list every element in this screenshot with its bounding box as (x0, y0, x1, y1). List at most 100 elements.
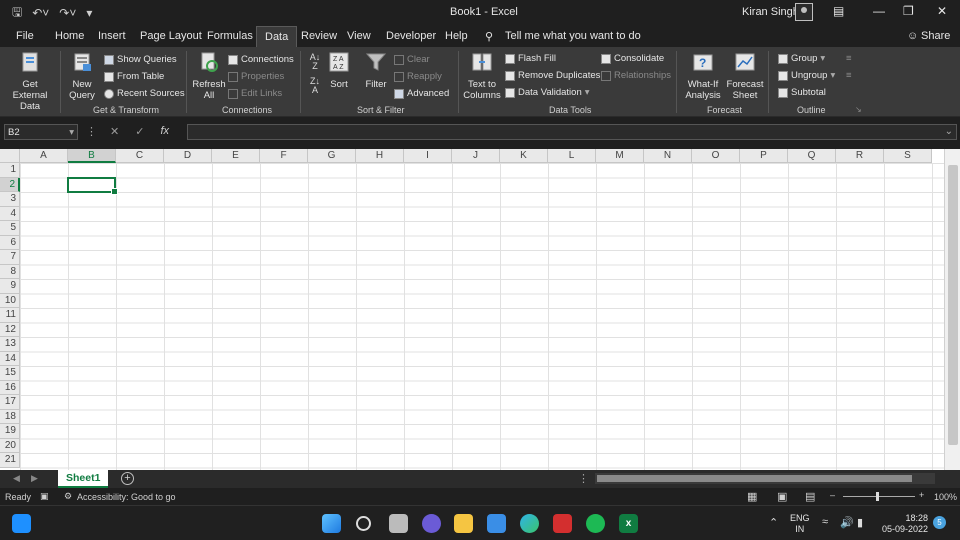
row-header[interactable]: 2 (0, 177, 20, 192)
teams-chat-icon[interactable] (422, 514, 441, 533)
next-sheet-icon[interactable]: ▶ (31, 473, 38, 484)
column-header[interactable]: P (740, 149, 788, 163)
row-header[interactable]: 21 (0, 453, 20, 468)
share-button[interactable]: Share (921, 30, 950, 42)
vertical-scrollbar[interactable] (944, 149, 960, 470)
clear-button[interactable]: Clear (394, 54, 430, 65)
cell-area[interactable] (20, 163, 944, 470)
filter-button[interactable]: Filter (362, 51, 390, 90)
row-header[interactable]: 14 (0, 351, 20, 366)
row-header[interactable]: 1 (0, 163, 20, 178)
what-if-analysis-button[interactable]: ? What-If Analysis (681, 51, 725, 101)
relationships-button[interactable]: Relationships (601, 70, 671, 81)
undo-icon[interactable]: ↶˅ (32, 6, 49, 20)
volume-icon[interactable]: 🔊 (840, 516, 854, 529)
text-to-columns-button[interactable]: Text to Columns (462, 51, 502, 101)
row-header[interactable]: 8 (0, 264, 20, 279)
insert-function-icon[interactable]: fx (160, 125, 169, 138)
column-header[interactable]: L (548, 149, 596, 163)
horizontal-scroll-thumb[interactable] (597, 475, 912, 482)
ribbon-display-icon[interactable]: ▤ (833, 4, 844, 18)
edit-links-button[interactable]: Edit Links (228, 88, 282, 99)
customize-qat-icon[interactable]: ▾ (86, 6, 92, 20)
sort-button[interactable]: Z AA Z Sort (326, 51, 352, 90)
tab-formulas[interactable]: Formulas (207, 30, 253, 42)
expand-formula-icon[interactable]: ⌄ (945, 126, 953, 137)
show-queries-button[interactable]: Show Queries (104, 54, 177, 65)
row-header[interactable]: 11 (0, 308, 20, 323)
row-header[interactable]: 17 (0, 395, 20, 410)
chevron-down-icon[interactable]: ▾ (69, 127, 74, 138)
row-header[interactable]: 5 (0, 221, 20, 236)
group-button[interactable]: Group ▾ (778, 53, 825, 64)
spreadsheet-grid[interactable]: A B C D E F G H I J K L M N O P Q R S 1 2 3 4 5 6 7 8 9 10 11 12 13 14 15… (0, 149, 960, 470)
zoom-in-icon[interactable]: + (919, 490, 924, 500)
avatar[interactable] (795, 3, 813, 21)
spotify-icon[interactable] (586, 514, 605, 533)
search-icon[interactable] (356, 516, 371, 531)
hide-detail-icon[interactable]: ≡ (846, 70, 852, 81)
start-icon[interactable] (322, 514, 341, 533)
from-table-button[interactable]: From Table (104, 71, 164, 82)
prev-sheet-icon[interactable]: ◀ (13, 473, 20, 484)
row-header[interactable]: 13 (0, 337, 20, 352)
clock[interactable]: 18:28 05-09-2022 (880, 513, 928, 535)
tab-file[interactable]: File (16, 30, 34, 42)
enter-icon[interactable]: ✓ (135, 125, 144, 138)
row-header[interactable]: 6 (0, 235, 20, 250)
zoom-slider-knob[interactable] (876, 492, 879, 501)
tab-review[interactable]: Review (301, 30, 337, 42)
tab-page-layout[interactable]: Page Layout (140, 30, 202, 42)
macro-record-icon[interactable]: ▣ (40, 491, 49, 502)
tab-help[interactable]: Help (445, 30, 468, 42)
dialog-launcher-icon[interactable]: ↘ (855, 105, 862, 114)
file-explorer-icon[interactable] (454, 514, 473, 533)
redo-icon[interactable]: ↷˅ (59, 6, 76, 20)
wifi-icon[interactable]: ≈ (822, 516, 828, 528)
data-validation-button[interactable]: Data Validation ▾ (505, 87, 590, 98)
zoom-level[interactable]: 100% (934, 492, 957, 502)
column-header[interactable]: Q (788, 149, 836, 163)
normal-view-icon[interactable]: ▦ (747, 490, 757, 503)
accessibility-status[interactable]: Accessibility: Good to go (77, 492, 176, 502)
row-header[interactable]: 9 (0, 279, 20, 294)
excel-app-icon[interactable]: x (619, 514, 638, 533)
show-detail-icon[interactable]: ≡ (846, 53, 852, 64)
column-header[interactable]: G (308, 149, 356, 163)
column-header[interactable]: B (68, 149, 116, 163)
language-indicator[interactable]: ENG IN (790, 513, 810, 535)
new-query-button[interactable]: New Query (64, 51, 100, 101)
column-header[interactable]: S (884, 149, 932, 163)
more-icon[interactable]: ⋮ (578, 472, 589, 485)
mcafee-icon[interactable] (553, 514, 572, 533)
windows-start-icon[interactable] (12, 514, 31, 533)
selected-cell[interactable] (67, 177, 118, 195)
tray-overflow-icon[interactable]: ⌃ (769, 516, 778, 529)
select-all-button[interactable] (0, 149, 20, 163)
row-header[interactable]: 19 (0, 424, 20, 439)
minimize-icon[interactable]: — (873, 4, 885, 18)
column-header[interactable]: M (596, 149, 644, 163)
connections-button[interactable]: Connections (228, 54, 294, 65)
notification-badge[interactable]: 5 (933, 516, 946, 529)
column-header[interactable]: I (404, 149, 452, 163)
column-header[interactable]: K (500, 149, 548, 163)
row-header[interactable]: 18 (0, 409, 20, 424)
column-header[interactable]: R (836, 149, 884, 163)
cancel-icon[interactable]: ✕ (110, 125, 119, 138)
mail-icon[interactable] (487, 514, 506, 533)
page-break-view-icon[interactable]: ▤ (805, 490, 815, 503)
row-header[interactable]: 3 (0, 192, 20, 207)
tab-view[interactable]: View (347, 30, 371, 42)
more-options-icon[interactable]: ⋮ (86, 125, 97, 138)
battery-icon[interactable]: ▮ (857, 516, 863, 529)
flash-fill-button[interactable]: Flash Fill (505, 53, 556, 64)
user-name[interactable]: Kiran Singh (742, 6, 799, 18)
formula-input[interactable]: ⌄ (187, 124, 957, 140)
column-header[interactable]: D (164, 149, 212, 163)
row-header[interactable]: 12 (0, 322, 20, 337)
properties-button[interactable]: Properties (228, 71, 284, 82)
consolidate-button[interactable]: Consolidate (601, 53, 664, 64)
recent-sources-button[interactable]: Recent Sources (104, 88, 185, 99)
reapply-button[interactable]: Reapply (394, 71, 442, 82)
